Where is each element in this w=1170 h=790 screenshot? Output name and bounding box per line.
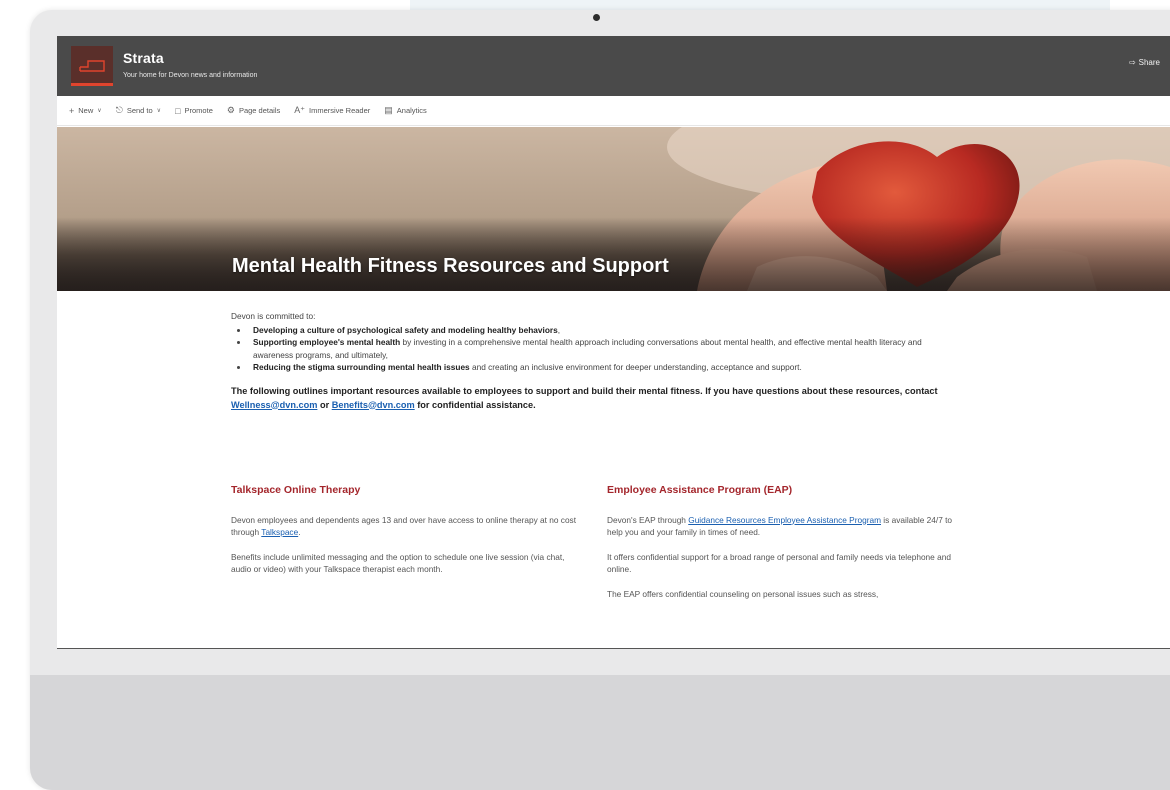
commitment-list: Developing a culture of psychological sa…	[231, 324, 961, 374]
eap-counseling-paragraph: The EAP offers confidential counseling o…	[607, 588, 879, 599]
talkspace-heading: Talkspace Online Therapy	[231, 484, 361, 496]
cmd-send-to-label: Send to	[126, 106, 153, 115]
paragraph-text: Devon's EAP through	[607, 514, 689, 525]
hero-banner: Mental Health Fitness Resources and Supp…	[57, 127, 1170, 291]
cmd-page-details-label: Page details	[238, 106, 281, 115]
page-title: Mental Health Fitness Resources and Supp…	[232, 255, 669, 277]
cmd-promote-label: Promote	[184, 106, 213, 115]
cmd-immersive-reader-label: Immersive Reader	[309, 106, 371, 115]
immersive-reader-icon: A⁺	[294, 105, 305, 115]
bullet-text: ,	[557, 324, 561, 335]
site-title[interactable]: Strata	[123, 50, 164, 66]
cmd-new[interactable]: + New ∨	[69, 106, 102, 116]
command-bar: + New ∨ ⎋ Send to ∨ □ Promote ⚙ Page det…	[57, 96, 1170, 126]
resources-summary: The following outlines important resourc…	[231, 384, 961, 412]
promote-icon: □	[175, 105, 181, 116]
intro-text: Devon is committed to:	[231, 311, 316, 321]
talkspace-benefits-paragraph: Benefits include unlimited messaging and…	[231, 551, 565, 575]
eap-heading: Employee Assistance Program (EAP)	[607, 484, 793, 496]
talkspace-link[interactable]: Talkspace	[261, 527, 298, 537]
list-item: Developing a culture of psychological sa…	[249, 324, 961, 337]
talkspace-section: Talkspace Online Therapy Devon employees…	[231, 484, 581, 588]
plus-icon: +	[69, 105, 75, 116]
talkspace-paragraph: Devon employees and dependents ages 13 a…	[231, 514, 581, 539]
cmd-send-to[interactable]: ⎋ Send to ∨	[116, 105, 161, 116]
summary-text: The following outlines important resourc…	[231, 385, 938, 396]
send-icon: ⎋	[115, 105, 123, 115]
cmd-page-details[interactable]: ⚙ Page details	[227, 105, 280, 116]
cmd-analytics-label: Analytics	[396, 106, 427, 115]
share-icon: ⇨	[1128, 58, 1136, 67]
cmd-new-label: New	[78, 106, 94, 115]
summary-text: or	[317, 399, 332, 410]
cmd-analytics[interactable]: ▤ Analytics	[384, 105, 427, 116]
cmd-immersive-reader[interactable]: A⁺ Immersive Reader	[294, 105, 370, 116]
bullet-text: and creating an inclusive environment fo…	[469, 362, 802, 372]
benefits-email-link[interactable]: Benefits@dvn.com	[332, 400, 415, 410]
site-logo[interactable]	[71, 46, 113, 86]
bullet-bold: Developing a culture of psychological sa…	[253, 324, 558, 335]
site-subtitle: Your home for Devon news and information	[123, 72, 258, 79]
bullet-bold: Reducing the stigma surrounding mental h…	[253, 362, 470, 372]
chevron-down-icon: ∨	[156, 108, 162, 114]
summary-text: for confidential assistance.	[414, 399, 536, 410]
eap-support-paragraph: It offers confidential support for a bro…	[607, 551, 951, 575]
wellness-email-link[interactable]: Wellness@dvn.com	[231, 400, 317, 410]
site-header: Strata Your home for Devon news and info…	[57, 36, 1170, 96]
webcam-dot	[593, 14, 600, 21]
article-intro: Devon is committed to: Developing a cult…	[231, 310, 961, 412]
cmd-promote[interactable]: □ Promote	[175, 106, 213, 116]
monitor-chin	[30, 675, 1170, 790]
screen: Strata Your home for Devon news and info…	[57, 36, 1170, 649]
eap-paragraph: Devon's EAP through Guidance Resources E…	[607, 514, 957, 539]
analytics-icon: ▤	[384, 105, 393, 115]
list-item: Reducing the stigma surrounding mental h…	[249, 361, 961, 374]
paragraph-text: .	[298, 527, 301, 537]
share-label: Share	[1138, 58, 1160, 67]
logo-accent-bar	[71, 83, 113, 86]
share-button[interactable]: ⇨ Share	[1129, 58, 1160, 67]
guidance-resources-link[interactable]: Guidance Resources Employee Assistance P…	[688, 515, 881, 525]
bullet-bold: Supporting employee's mental health	[253, 337, 401, 347]
strata-logo-icon	[79, 60, 105, 72]
chevron-down-icon: ∨	[97, 108, 102, 114]
eap-section: Employee Assistance Program (EAP) Devon'…	[607, 484, 957, 612]
gear-icon: ⚙	[226, 105, 235, 115]
list-item: Supporting employee's mental health by i…	[249, 336, 961, 361]
